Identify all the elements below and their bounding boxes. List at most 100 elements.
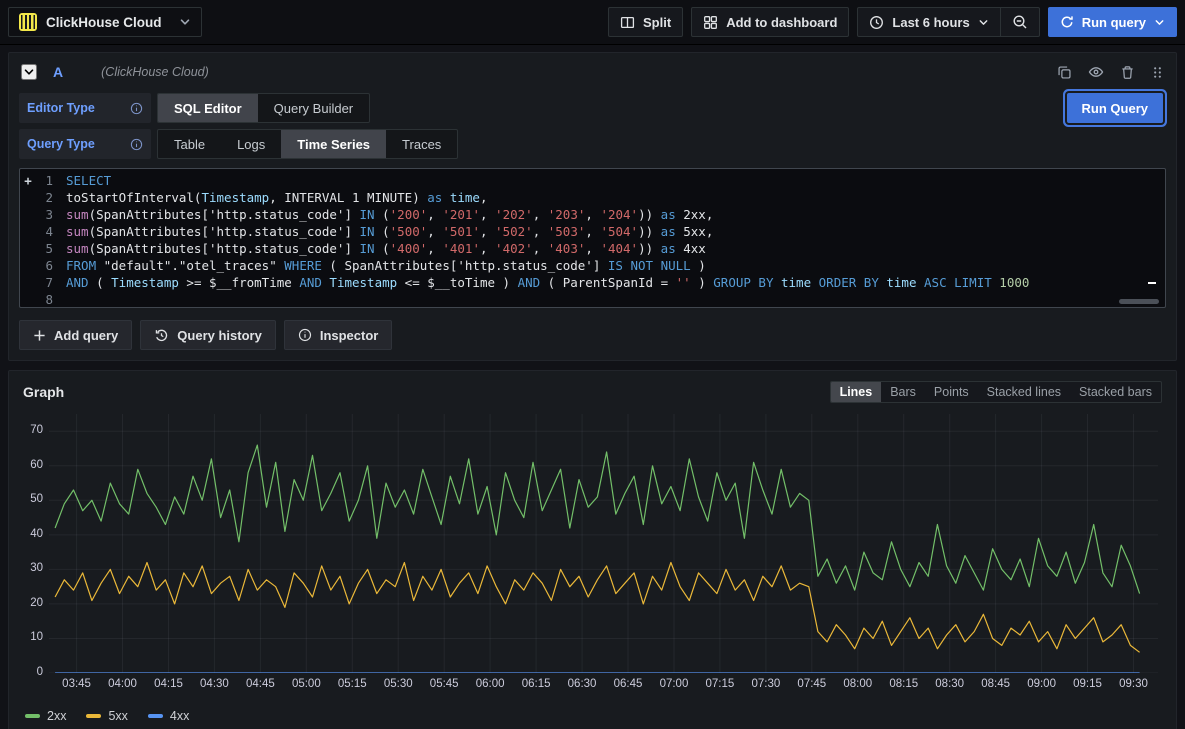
- editor-type-sql-editor[interactable]: SQL Editor: [158, 94, 258, 122]
- add-to-dashboard-button[interactable]: Add to dashboard: [691, 7, 849, 37]
- history-icon: [154, 328, 169, 343]
- graph-panel-header: Graph Lines Bars Points Stacked lines St…: [19, 380, 1166, 404]
- legend-item-2xx[interactable]: 2xx: [25, 709, 66, 723]
- gutter-spacer: [20, 206, 36, 223]
- inspector-button[interactable]: Inspector: [284, 320, 393, 350]
- gutter-spacer: [20, 189, 36, 206]
- time-range-picker[interactable]: Last 6 hours: [858, 8, 999, 36]
- x-axis-tick-label: 05:15: [330, 678, 374, 690]
- toolbar-actions: Split Add to dashboard Last 6 hours: [608, 7, 1177, 37]
- chevron-down-icon: [1154, 17, 1165, 28]
- x-axis-tick-label: 08:15: [882, 678, 926, 690]
- line-number: 5: [36, 240, 66, 257]
- query-history-button[interactable]: Query history: [140, 320, 276, 350]
- split-button[interactable]: Split: [608, 7, 683, 37]
- query-row-header: A (ClickHouse Cloud): [19, 57, 1166, 87]
- query-footer-actions: Add query Query history Inspector: [19, 320, 1166, 350]
- query-type-table[interactable]: Table: [158, 130, 221, 158]
- x-axis-tick-label: 05:45: [422, 678, 466, 690]
- x-axis-tick-label: 04:15: [146, 678, 190, 690]
- legend-item-4xx[interactable]: 4xx: [148, 709, 189, 723]
- code-line: 8: [20, 291, 1165, 308]
- x-axis-tick-label: 05:30: [376, 678, 420, 690]
- x-axis-tick-label: 05:00: [284, 678, 328, 690]
- y-axis-tick-label: 50: [19, 493, 43, 505]
- x-axis-tick-label: 06:15: [514, 678, 558, 690]
- horizontal-scrollbar-thumb[interactable]: [1119, 299, 1159, 304]
- line-number: 1: [36, 172, 66, 189]
- x-axis-tick-label: 04:00: [101, 678, 145, 690]
- line-number: 2: [36, 189, 66, 206]
- chart-plot[interactable]: [49, 414, 1158, 673]
- line-number: 3: [36, 206, 66, 223]
- run-query-panel-button[interactable]: Run Query: [1067, 93, 1163, 123]
- legend-swatch: [148, 714, 163, 718]
- info-icon: [130, 102, 143, 115]
- graph-mode-points[interactable]: Points: [925, 382, 978, 402]
- gutter-spacer: [20, 291, 36, 308]
- code-line: 2toStartOfInterval(Timestamp, INTERVAL 1…: [20, 189, 1165, 206]
- line-number: 7: [36, 274, 66, 291]
- line-number: 4: [36, 223, 66, 240]
- eye-icon: [1088, 64, 1104, 80]
- x-axis-tick-label: 07:00: [652, 678, 696, 690]
- editor-type-query-builder[interactable]: Query Builder: [258, 94, 369, 122]
- info-icon: [130, 138, 143, 151]
- datasource-picker[interactable]: ClickHouse Cloud: [8, 7, 202, 37]
- editor-type-toggle: SQL Editor Query Builder: [157, 93, 370, 123]
- apps-grid-icon: [703, 15, 718, 30]
- x-axis-tick-label: 04:30: [192, 678, 236, 690]
- line-number: 8: [36, 291, 66, 308]
- legend-swatch: [86, 714, 101, 718]
- chevron-down-icon: [179, 16, 191, 28]
- query-type-logs[interactable]: Logs: [221, 130, 281, 158]
- graph-mode-bars[interactable]: Bars: [881, 382, 925, 402]
- gutter-spacer: [20, 240, 36, 257]
- query-type-toggle: Table Logs Time Series Traces: [157, 129, 458, 159]
- clock-icon: [869, 15, 884, 30]
- query-type-row: Query Type Table Logs Time Series Traces: [19, 129, 1166, 159]
- plus-icon: [33, 329, 46, 342]
- drag-handle[interactable]: [1151, 66, 1164, 79]
- copy-icon: [1057, 65, 1072, 80]
- y-axis-tick-label: 0: [19, 666, 43, 678]
- x-axis-tick-label: 08:30: [928, 678, 972, 690]
- clickhouse-logo-icon: [19, 13, 37, 31]
- query-type-time-series[interactable]: Time Series: [281, 130, 386, 158]
- chevron-down-icon: [23, 66, 35, 78]
- y-axis-tick-label: 60: [19, 459, 43, 471]
- legend-label: 5xx: [108, 709, 127, 723]
- add-query-button[interactable]: Add query: [19, 320, 132, 350]
- run-query-toolbar-button[interactable]: Run query: [1048, 7, 1177, 37]
- query-type-traces[interactable]: Traces: [386, 130, 457, 158]
- code-line: 4sum(SpanAttributes['http.status_code'] …: [20, 223, 1165, 240]
- add-line-icon: +: [20, 172, 36, 189]
- search-minus-icon: [1012, 14, 1028, 30]
- collapse-query-button[interactable]: [21, 64, 37, 80]
- datasource-name: ClickHouse Cloud: [46, 15, 162, 30]
- x-axis-tick-label: 06:30: [560, 678, 604, 690]
- chevron-down-icon: [978, 17, 989, 28]
- delete-query-button[interactable]: [1120, 65, 1135, 80]
- x-axis-tick-label: 07:45: [790, 678, 834, 690]
- graph-mode-stacked-bars[interactable]: Stacked bars: [1070, 382, 1161, 402]
- x-axis-tick-label: 09:00: [1020, 678, 1064, 690]
- x-axis-tick-label: 08:45: [974, 678, 1018, 690]
- editor-type-label: Editor Type: [19, 93, 151, 123]
- editor-type-row: Editor Type SQL Editor Query Builder Run…: [19, 93, 1166, 123]
- legend-label: 4xx: [170, 709, 189, 723]
- graph-mode-lines[interactable]: Lines: [831, 382, 882, 402]
- split-label: Split: [643, 15, 671, 30]
- toggle-visibility-button[interactable]: [1088, 64, 1104, 80]
- text-cursor: [1148, 282, 1156, 284]
- legend-item-5xx[interactable]: 5xx: [86, 709, 127, 723]
- y-axis-tick-label: 70: [19, 424, 43, 436]
- info-icon: [298, 328, 312, 342]
- zoom-out-time-button[interactable]: [1001, 8, 1039, 36]
- graph-mode-stacked-lines[interactable]: Stacked lines: [978, 382, 1070, 402]
- time-series-chart: 01020304050607003:4504:0004:1504:3004:45…: [19, 406, 1166, 725]
- y-axis-tick-label: 20: [19, 597, 43, 609]
- duplicate-query-button[interactable]: [1057, 65, 1072, 80]
- sql-code-editor[interactable]: +1SELECT2toStartOfInterval(Timestamp, IN…: [19, 168, 1166, 308]
- trash-icon: [1120, 65, 1135, 80]
